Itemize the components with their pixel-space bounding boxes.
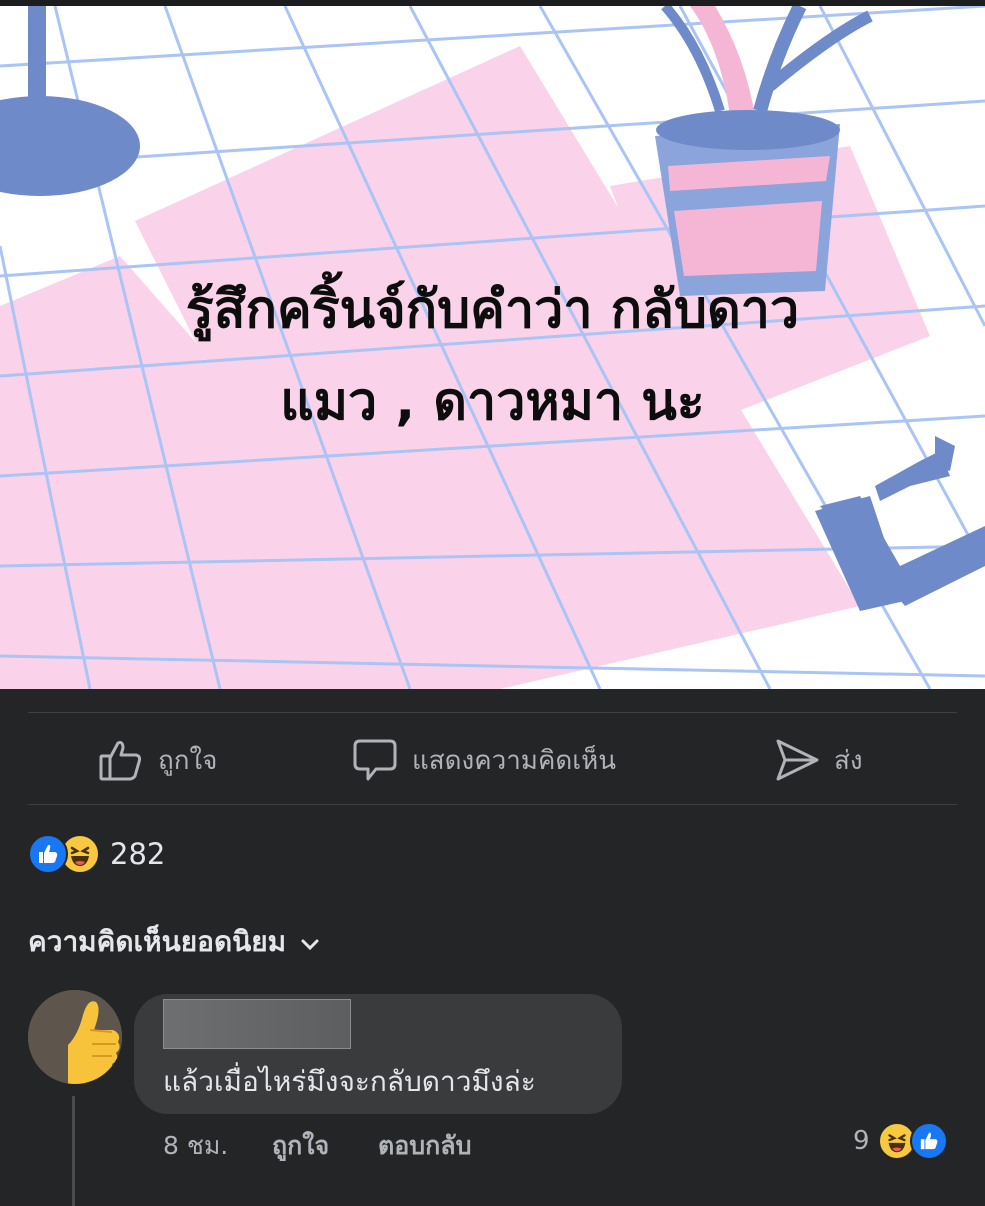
comments-sort-dropdown[interactable]: ความคิดเห็นยอดนิยม — [28, 920, 320, 964]
reactions-summary[interactable]: 282 — [28, 834, 165, 874]
post-text-background[interactable]: รู้สึกคริ้นจ์กับคำว่า กลับดาว แมว , ดาวห… — [0, 6, 985, 689]
thumbs-up-icon — [98, 737, 144, 783]
comment-reply-link[interactable]: ตอบกลับ — [378, 1126, 471, 1166]
redacted-commenter-name — [163, 999, 351, 1049]
like-button[interactable]: ถูกใจ — [98, 730, 217, 790]
chevron-down-icon — [300, 926, 320, 959]
send-label: ส่ง — [834, 745, 863, 776]
comment-text: แล้วเมื่อไหร่มึงจะกลับดาวมึงล่ะ — [163, 1065, 536, 1098]
speech-bubble-icon — [352, 737, 398, 783]
comment-like-link[interactable]: ถูกใจ — [272, 1126, 329, 1166]
divider-bottom — [28, 804, 957, 805]
thread-line — [72, 1096, 75, 1206]
post-text-line-1: รู้สึกคริ้นจ์กับคำว่า กลับดาว — [185, 280, 800, 340]
comment-reaction-count: 9 — [853, 1126, 870, 1156]
post-text: รู้สึกคริ้นจ์กับคำว่า กลับดาว แมว , ดาวห… — [60, 264, 925, 448]
like-label: ถูกใจ — [158, 745, 218, 776]
commenter-avatar[interactable] — [28, 990, 122, 1084]
like-reaction-icon — [28, 834, 68, 874]
send-button[interactable]: ส่ง — [774, 730, 863, 790]
comment-label: แสดงความคิดเห็น — [412, 745, 617, 776]
comment-timestamp: 8 ชม. — [163, 1131, 229, 1160]
divider-top — [28, 712, 957, 713]
post-text-line-2: แมว , ดาวหมา นะ — [280, 372, 705, 432]
comments-sort-label: ความคิดเห็นยอดนิยม — [28, 925, 287, 958]
comment-button[interactable]: แสดงความคิดเห็น — [352, 730, 616, 790]
reaction-count: 282 — [110, 837, 166, 871]
send-arrow-icon — [774, 737, 820, 783]
like-reaction-icon — [909, 1122, 948, 1160]
comment-reactions[interactable]: 9 — [853, 1122, 948, 1160]
